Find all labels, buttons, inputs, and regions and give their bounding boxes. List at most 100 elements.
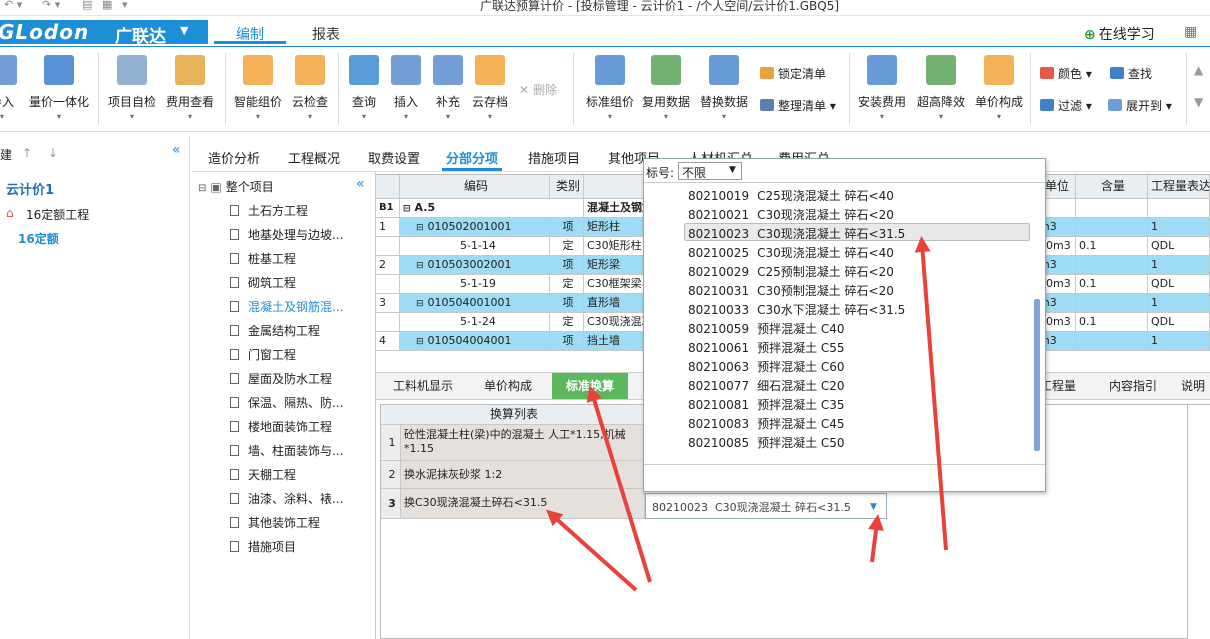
grid-cell-expr[interactable]: 1: [1148, 256, 1210, 275]
tree-item[interactable]: 金属结构工程: [230, 322, 320, 339]
tree-item[interactable]: 屋面及防水工程: [230, 370, 332, 387]
move-up-icon[interactable]: ▲: [1194, 63, 1203, 77]
grid-cell-type[interactable]: 定: [550, 275, 584, 294]
expand-to-button[interactable]: 展开到 ▾: [1108, 97, 1172, 114]
grid-cell-expr[interactable]: QDL: [1148, 237, 1210, 256]
ribbon-tab-report[interactable]: 报表: [296, 22, 356, 44]
redo-icon[interactable]: ↷ ▾: [42, 0, 60, 11]
collapse-tree-icon[interactable]: «: [356, 176, 365, 192]
detail-tab-0[interactable]: 工料机显示: [384, 373, 462, 399]
grid-cell-type[interactable]: 项: [550, 332, 584, 351]
project-node[interactable]: 云计价1: [6, 179, 54, 198]
grid-cell-content[interactable]: 0.1: [1076, 275, 1148, 294]
grid-cell-expr[interactable]: 1: [1148, 218, 1210, 237]
tree-item[interactable]: 土石方工程: [230, 202, 308, 219]
tab-4[interactable]: 措施项目: [528, 148, 580, 167]
unit-project-node[interactable]: 16定额工程: [26, 206, 89, 223]
app-logo[interactable]: GLodon 广联达 ▼: [0, 20, 208, 47]
grid-cell-type[interactable]: 定: [550, 237, 584, 256]
grid-cell-no[interactable]: [376, 275, 400, 294]
popup-scrollbar[interactable]: [1034, 299, 1040, 451]
grade-option[interactable]: 80210023 C30现浇混凝土 碎石<31.5: [688, 225, 905, 242]
conversion-row[interactable]: 砼性混凝土柱(梁)中的混凝土 人工*1.15,机械*1.15: [401, 425, 645, 461]
toolbar-button-2[interactable]: 项目自检 ▾: [104, 51, 160, 127]
toolbar-button-1[interactable]: 量价一体化 ▾: [26, 51, 92, 127]
toolbar-button-13[interactable]: 安装费用 ▾: [854, 51, 910, 127]
toolbar-button-4[interactable]: 智能组价 ▾: [230, 51, 286, 127]
grid-cell-no[interactable]: 1: [376, 218, 400, 237]
toolbar-button-14[interactable]: 超高降效 ▾: [912, 51, 970, 127]
tab-2[interactable]: 取费设置: [368, 148, 420, 167]
tree-root[interactable]: ⊟ ▣ 整个项目: [198, 178, 274, 195]
find-button[interactable]: 查找: [1110, 65, 1152, 82]
tree-item[interactable]: 砌筑工程: [230, 274, 296, 291]
grid-cell-code[interactable]: 5-1-19: [400, 275, 550, 294]
grade-option[interactable]: 80210083 预拌混凝土 C45: [688, 415, 845, 432]
tree-item[interactable]: 混凝土及钢筋混...: [230, 298, 343, 315]
grade-filter-select[interactable]: 不限 ▼: [678, 162, 742, 180]
tree-item[interactable]: 地基处理与边坡...: [230, 226, 343, 243]
grid-cell-no[interactable]: [376, 237, 400, 256]
quota-node[interactable]: 16定额: [18, 230, 59, 247]
filter-button[interactable]: 过滤 ▾: [1040, 97, 1092, 114]
grid-cell-no[interactable]: [376, 313, 400, 332]
conversion-row[interactable]: 换水泥抹灰砂浆 1:2: [401, 461, 645, 489]
grid-cell-code[interactable]: ⊟ 010504004001: [400, 332, 550, 351]
toolbar-button-6[interactable]: 查询 ▾: [342, 51, 386, 127]
grid-cell-no[interactable]: 2: [376, 256, 400, 275]
delete-button[interactable]: ✕ 删除: [519, 81, 557, 98]
tree-item[interactable]: 其他装饰工程: [230, 514, 320, 531]
conversion-select[interactable]: 80210023 C30现浇混凝土 碎石<31.5 ▼: [645, 493, 887, 519]
grid-cell-content[interactable]: 0.1: [1076, 313, 1148, 332]
toolbar-button-0[interactable]: 导入 ▾: [0, 51, 24, 127]
tree-item[interactable]: 门窗工程: [230, 346, 296, 363]
toolbar-button-8[interactable]: 补充 ▾: [430, 51, 466, 127]
grid-cell-no[interactable]: 3: [376, 294, 400, 313]
chevron-down-icon[interactable]: ▼: [870, 502, 877, 512]
grade-option[interactable]: 80210059 预拌混凝土 C40: [688, 320, 845, 337]
conversion-row[interactable]: 换C30现浇混凝土碎石<31.5: [401, 489, 645, 519]
tree-item[interactable]: 楼地面装饰工程: [230, 418, 332, 435]
toolbar-button-11[interactable]: 复用数据 ▾: [640, 51, 692, 127]
grade-option[interactable]: 80210021 C30现浇混凝土 碎石<20: [688, 206, 894, 223]
tab-3[interactable]: 分部分项: [441, 148, 503, 171]
undo-icon[interactable]: ↶ ▾: [4, 0, 22, 11]
grid-cell-content[interactable]: [1076, 332, 1148, 351]
grid-cell-content[interactable]: [1076, 256, 1148, 275]
toolbar-button-10[interactable]: 标准组价 ▾: [584, 51, 636, 127]
grid-cell-expr[interactable]: QDL: [1148, 313, 1210, 332]
tree-item[interactable]: 桩基工程: [230, 250, 296, 267]
grade-option[interactable]: 80210063 预拌混凝土 C60: [688, 358, 845, 375]
grade-option[interactable]: 80210077 细石混凝土 C20: [688, 377, 845, 394]
grade-option[interactable]: 80210029 C25预制混凝土 碎石<20: [688, 263, 894, 280]
move-down-icon[interactable]: ▼: [1194, 95, 1203, 109]
grid-cell-code[interactable]: ⊟ 010503002001: [400, 256, 550, 275]
toolbar-button-15[interactable]: 单价构成 ▾: [970, 51, 1028, 127]
tree-item[interactable]: 措施项目: [230, 538, 296, 555]
color-button[interactable]: 颜色 ▾: [1040, 65, 1092, 82]
toolbar-button-5[interactable]: 云检查 ▾: [288, 51, 332, 127]
tree-item[interactable]: 墙、柱面装饰与...: [230, 442, 343, 459]
project-pane-header[interactable]: 建: [0, 146, 12, 163]
toolbar-button-3[interactable]: 费用查看 ▾: [162, 51, 218, 127]
grid-cell-content[interactable]: [1076, 294, 1148, 313]
tree-item[interactable]: 保温、隔热、防...: [230, 394, 343, 411]
detail-tab-5[interactable]: 说明: [1176, 373, 1210, 399]
grade-option[interactable]: 80210025 C30现浇混凝土 碎石<40: [688, 244, 894, 261]
apps-grid-icon[interactable]: ▦: [1184, 24, 1197, 40]
sort-list-button[interactable]: 整理清单 ▾: [760, 97, 836, 114]
grid-cell-content[interactable]: 0.1: [1076, 237, 1148, 256]
collapse-pane-icon[interactable]: «: [172, 142, 181, 158]
lock-list-button[interactable]: 锁定清单: [760, 65, 826, 82]
grade-option[interactable]: 80210019 C25现浇混凝土 碎石<40: [688, 187, 894, 204]
tab-0[interactable]: 造价分析: [208, 148, 260, 167]
grid-cell-expr[interactable]: 1: [1148, 294, 1210, 313]
grid-cell-code[interactable]: 5-1-24: [400, 313, 550, 332]
grid-cell-type[interactable]: 项: [550, 218, 584, 237]
grade-option[interactable]: 80210033 C30水下混凝土 碎石<31.5: [688, 301, 905, 318]
tab-1[interactable]: 工程概况: [288, 148, 340, 167]
grid-cell-type[interactable]: 项: [550, 294, 584, 313]
grid-cell-type[interactable]: 定: [550, 313, 584, 332]
section-code[interactable]: ⊟ A.5: [400, 199, 584, 218]
grade-option[interactable]: 80210031 C30预制混凝土 碎石<20: [688, 282, 894, 299]
